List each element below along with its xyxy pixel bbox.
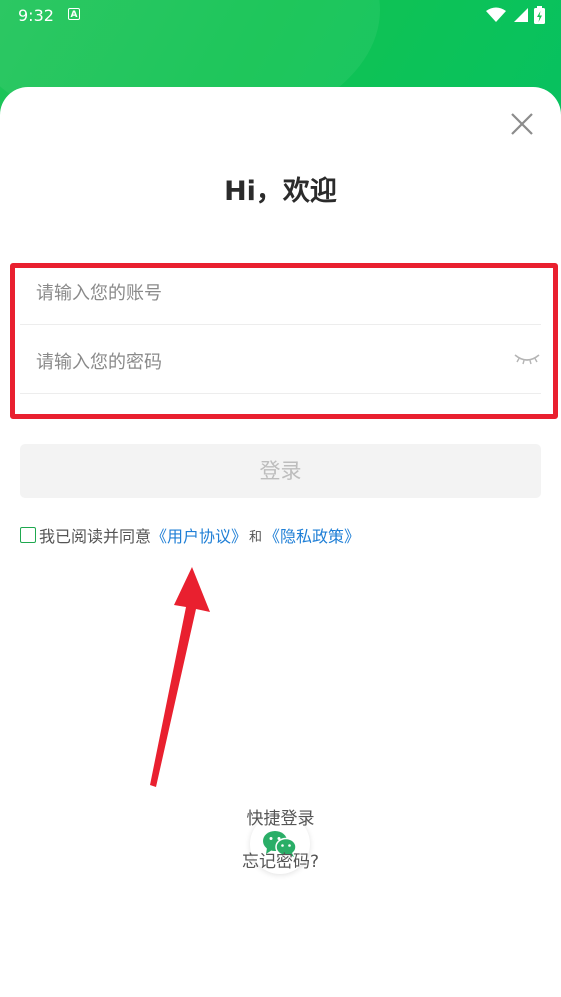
password-input[interactable] (34, 341, 508, 383)
status-time: 9:32 (18, 6, 54, 25)
account-field-row (20, 268, 541, 325)
signal-icon (514, 8, 528, 22)
close-icon[interactable] (507, 109, 537, 139)
eye-closed-icon[interactable] (513, 351, 541, 367)
wifi-icon (486, 7, 506, 22)
agreement-checkbox[interactable] (20, 527, 36, 543)
user-agreement-link[interactable]: 《用户协议》 (151, 523, 247, 547)
agreement-row: 我已阅读并同意 《用户协议》 和 《隐私政策》 (20, 524, 360, 546)
account-input[interactable] (34, 272, 508, 314)
agreement-prefix: 我已阅读并同意 (39, 527, 152, 546)
red-arrow-annotation (150, 567, 210, 787)
welcome-title: Hi，欢迎 (224, 176, 337, 207)
battery-charging-icon (534, 6, 545, 24)
status-bar: 9:32 A (0, 0, 561, 32)
agreement-and: 和 (249, 529, 263, 545)
login-button[interactable]: 登录 (20, 444, 541, 498)
password-field-row (20, 337, 541, 394)
quick-login-label[interactable]: 快捷登录 (0, 804, 561, 829)
privacy-policy-link[interactable]: 《隐私政策》 (264, 523, 360, 547)
status-icons (486, 6, 545, 24)
forgot-password-link[interactable]: 忘记密码? (0, 847, 561, 872)
a-icon: A (68, 8, 80, 20)
